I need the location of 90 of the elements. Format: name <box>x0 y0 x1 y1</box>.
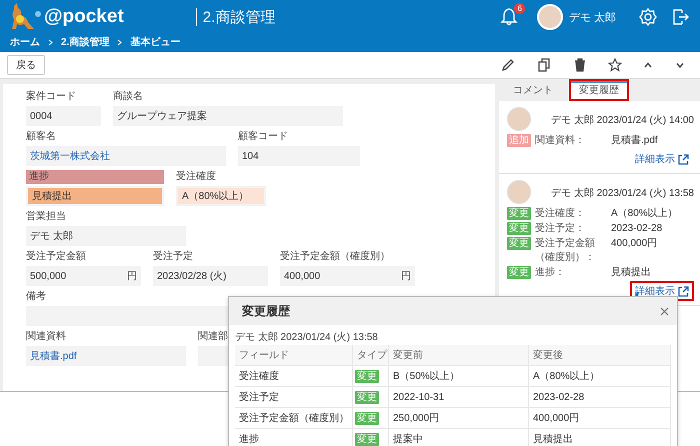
change-type-badge: 変更 <box>355 432 379 446</box>
settings-icon[interactable] <box>638 7 658 27</box>
table-cell: 250,000円 <box>389 408 529 428</box>
external-link-icon[interactable] <box>678 286 689 296</box>
panel-tab[interactable]: コメント <box>503 79 563 101</box>
field-value: グループウェア提案 <box>117 110 207 123</box>
notification-badge: 6 <box>514 3 525 14</box>
field-label: 受注確度 <box>176 170 216 184</box>
changed-value: 400,000円 <box>610 237 658 251</box>
change-type-badge: 変更 <box>355 390 379 404</box>
table-cell: 400,000円 <box>529 408 671 428</box>
copy-icon[interactable] <box>536 57 552 73</box>
breadcrumb-link[interactable]: 2.商談管理 <box>61 35 110 49</box>
change-type-badge: 変更 <box>507 266 531 279</box>
field-label: 関連資料 <box>26 330 66 344</box>
change-type-badge: 変更 <box>355 412 379 424</box>
field-label: 受注予定 <box>153 250 193 264</box>
column-header: 変更前 <box>389 345 529 365</box>
table-cell: B（50%以上） <box>389 366 529 386</box>
table-cell: 受注予定 <box>235 387 353 407</box>
table-cell: 進捗 <box>235 429 353 446</box>
field-value: 0004 <box>30 110 52 122</box>
trash-icon[interactable] <box>572 57 588 73</box>
field-value: デモ 太郎 <box>30 230 73 243</box>
change-type-badge: 変更 <box>507 222 531 235</box>
user-avatar <box>507 180 531 204</box>
column-header: 変更後 <box>529 345 671 365</box>
external-link-icon[interactable] <box>678 154 689 164</box>
field-link[interactable]: 見積書.pdf <box>30 349 77 363</box>
table-cell: A（80%以上） <box>529 366 671 386</box>
detail-link[interactable]: 詳細表示 <box>630 149 694 169</box>
field-label: 案件コード <box>26 90 76 104</box>
star-icon[interactable] <box>608 58 622 72</box>
changed-field-label: 受注確度： <box>535 207 586 221</box>
changed-field-label: 進捗： <box>535 266 566 280</box>
bell-icon[interactable] <box>498 7 519 27</box>
changed-value: A（80%以上） <box>610 207 679 221</box>
entry-byline: デモ 太郎 2023/01/24 (火) 13:58 <box>551 186 694 200</box>
changed-field-label: 受注予定： <box>535 222 586 236</box>
column-header: タイプ <box>353 345 389 365</box>
field-label: 受注予定金額（確度別） <box>280 250 390 264</box>
field-label: 営業担当 <box>26 210 66 224</box>
field-value: 500,000 <box>30 270 66 282</box>
panel-tab[interactable]: 変更履歴 <box>569 79 629 101</box>
change-type-badge: 変更 <box>355 370 379 382</box>
module-title: 2.商談管理 <box>202 8 276 26</box>
close-icon[interactable] <box>660 306 669 316</box>
changed-value: 見積書.pdf <box>610 134 659 148</box>
field-label: 関連部 <box>198 330 228 344</box>
field-label: 備考 <box>26 290 46 304</box>
pencil-icon[interactable] <box>500 57 516 73</box>
user-name[interactable]: デモ 太郎 <box>568 10 616 24</box>
changed-value: 2023-02-28 <box>610 222 664 236</box>
logo-text: @pocket <box>44 6 124 28</box>
field-value: 見積提出 <box>32 190 72 203</box>
changed-value: 見積提出 <box>610 266 652 280</box>
table-cell: 2023-02-28 <box>529 387 671 407</box>
change-type-badge: 変更 <box>507 237 531 250</box>
table-cell: 受注確度 <box>235 366 353 386</box>
dialog-byline: デモ 太郎 2023/01/24 (火) 13:58 <box>234 330 379 345</box>
field-label: 商談名 <box>113 90 143 104</box>
changed-field-label: 関連資料： <box>535 134 586 148</box>
field-label: 顧客コード <box>238 130 288 144</box>
user-avatar <box>507 107 531 131</box>
back-button[interactable]: 戻る <box>7 55 45 75</box>
table-cell: 見積提出 <box>529 429 671 446</box>
change-type-badge: 追加 <box>507 134 531 147</box>
field-value: 2023/02/28 (火) <box>157 270 226 283</box>
breadcrumb-link[interactable]: ホーム <box>10 35 40 49</box>
unit-label: 円 <box>127 270 137 283</box>
table-cell: 2022-10-31 <box>389 387 529 407</box>
field-link[interactable]: 茨城第一株式会社 <box>30 149 110 163</box>
field-label: 受注予定金額 <box>26 250 86 264</box>
column-header: フィールド <box>235 345 353 365</box>
breadcrumb-link[interactable]: 基本ビュー <box>130 35 180 49</box>
chevron-right-icon <box>48 38 53 46</box>
field-value: 104 <box>242 150 259 162</box>
changed-field-label: 受注予定金額（確度別）： <box>535 237 596 265</box>
field-value: 400,000 <box>284 270 320 282</box>
chevron-right-icon <box>117 38 122 46</box>
user-avatar <box>536 4 563 30</box>
table-cell: 提案中 <box>389 429 529 446</box>
dialog-title: 変更履歴 <box>242 302 290 320</box>
entry-byline: デモ 太郎 2023/01/24 (火) 14:00 <box>551 114 694 127</box>
field-label: 顧客名 <box>26 130 56 144</box>
table-cell: 受注予定金額（確度別） <box>235 408 353 428</box>
field-value: A（80%以上） <box>182 190 249 203</box>
change-type-badge: 変更 <box>507 207 531 220</box>
field-label: 進捗 <box>26 170 164 184</box>
unit-label: 円 <box>401 270 411 283</box>
